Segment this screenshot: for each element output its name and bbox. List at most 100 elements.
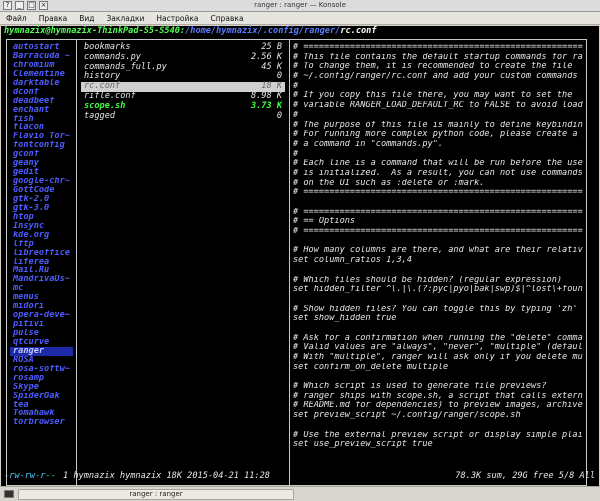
parent-dir-item[interactable]: liferea (10, 258, 73, 267)
preview-line: # (293, 81, 299, 91)
menu-bookmarks[interactable]: Закладки (107, 12, 145, 24)
parent-dir-item[interactable]: google-chr~ (10, 177, 73, 186)
parent-dir-item[interactable]: fish (10, 115, 73, 124)
parent-dir-item[interactable]: fontconfig (10, 141, 73, 150)
current-directory-column[interactable]: bookmarks 25 Bcommands.py 2.56 Kcommands_f… (81, 42, 285, 122)
file-list-item[interactable]: tagged 0 (81, 110, 285, 122)
preview-line: # ~/.config/ranger/rc.conf and add your … (293, 72, 583, 82)
preview-line: # For running more complex python code, … (293, 130, 583, 140)
parent-dir-item[interactable]: Clementine (10, 70, 73, 79)
preview-line: # ======================================… (293, 43, 583, 52)
preview-line: # (293, 149, 299, 159)
parent-dir-item[interactable]: gedit (10, 168, 73, 177)
parent-directory-column[interactable]: autostart Barracuda ~ chromium Clementine da… (10, 43, 73, 427)
column-divider (289, 39, 290, 486)
preview-line: # README.md for dependencies) to preview… (293, 401, 583, 411)
preview-line: # Which files should be hidden? (regular… (293, 275, 563, 285)
preview-line: # Ask for a confirmation when running th… (293, 333, 583, 343)
preview-line: # on the UI such as :delete or :mark. (293, 178, 485, 188)
parent-dir-item[interactable]: tea (10, 401, 73, 410)
parent-dir-item[interactable]: Insync (10, 222, 73, 231)
parent-dir-item[interactable]: gconf (10, 150, 73, 159)
parent-dir-item[interactable]: pitivi (10, 320, 73, 329)
preview-line: # a command in "commands.py". (293, 139, 444, 149)
preview-line (293, 324, 583, 334)
parent-dir-item[interactable]: Skype (10, 383, 73, 392)
file-preview-column: # ======================================… (293, 43, 583, 450)
parent-dir-item[interactable]: midori (10, 302, 73, 311)
file-name: tagged (84, 110, 116, 121)
parent-dir-item[interactable]: SpiderOak (10, 392, 73, 401)
file-name: history (84, 71, 121, 82)
preview-line: # Valid values are "always", "never", "m… (293, 343, 583, 353)
parent-dir-item[interactable]: geany (10, 159, 73, 168)
preview-line (293, 266, 583, 276)
taskbar: ranger : ranger (0, 486, 600, 501)
parent-dir-item[interactable]: Barracuda ~ (10, 52, 73, 61)
parent-dir-item[interactable]: rosamp (10, 374, 73, 383)
preview-line: set column_ratios 1,3,4 (293, 256, 412, 266)
parent-dir-item[interactable]: GottCode (10, 186, 73, 195)
parent-dir-item[interactable]: torbrowser (10, 418, 73, 427)
preview-line (293, 421, 583, 431)
parent-dir-item[interactable]: Mail.Ru (10, 266, 73, 275)
preview-line: # ======================================… (293, 188, 583, 198)
parent-dir-item[interactable]: libreoffice (10, 249, 73, 258)
preview-line: # == Options (293, 217, 356, 227)
preview-line: set preview_script ~/.config/ranger/scop… (293, 411, 521, 421)
parent-dir-item[interactable]: lftp (10, 240, 73, 249)
parent-dir-item[interactable]: Flavio Tor~ (10, 132, 73, 141)
parent-dir-item[interactable]: flacon (10, 123, 73, 132)
column-divider (76, 39, 77, 486)
parent-dir-item[interactable]: opera-deve~ (10, 311, 73, 320)
parent-dir-item[interactable]: ROSA (10, 356, 73, 365)
path-line: hymnazix@hymnazix-ThinkPad-S5-S540:/home… (4, 26, 377, 37)
preview-line: # (293, 110, 299, 120)
preview-line (293, 198, 583, 208)
parent-dir-item[interactable]: rosa-softw~ (10, 365, 73, 374)
taskbar-task-button[interactable]: ranger : ranger (18, 489, 294, 500)
parent-dir-item[interactable]: chromium (10, 61, 73, 70)
preview-line: # ranger ships with scope.sh, a script t… (293, 391, 583, 401)
parent-dir-item[interactable]: kde.org (10, 231, 73, 240)
parent-dir-item[interactable]: htop (10, 213, 73, 222)
path-file: rc.conf (340, 26, 377, 36)
path-host: hymnazix@hymnazix-ThinkPad-S5-S540: (4, 26, 186, 36)
status-bar: -rw-rw-r-- 1 hymnazix hymnazix 18K 2015-… (1, 471, 599, 482)
file-name: bookmarks (84, 42, 131, 52)
terminal[interactable]: hymnazix@hymnazix-ThinkPad-S5-S540:/home… (1, 26, 599, 486)
preview-line: # Show hidden files? You can toggle this… (293, 304, 578, 314)
status-summary: 78.3K sum, 29G free 5/8 All (455, 471, 595, 481)
parent-dir-item[interactable]: qtcurve (10, 338, 73, 347)
parent-dir-item[interactable]: darktable (10, 79, 73, 88)
menu-edit[interactable]: Правка (39, 12, 68, 24)
parent-dir-item[interactable]: pulse (10, 329, 73, 338)
menu-file[interactable]: Файл (6, 12, 27, 24)
file-name: scope.sh (84, 100, 126, 111)
menu-view[interactable]: Вид (79, 12, 94, 24)
parent-dir-item[interactable]: dconf (10, 88, 73, 97)
parent-dir-item[interactable]: mc (10, 284, 73, 293)
menu-settings[interactable]: Настройка (156, 12, 198, 24)
preview-line: set show_hidden true (293, 314, 397, 324)
parent-dir-item[interactable]: gtk-2.0 (10, 195, 73, 204)
preview-line: # If you copy this file there, you may w… (293, 91, 573, 101)
preview-line: # With "multiple", ranger will ask only … (293, 353, 583, 362)
parent-dir-item[interactable]: MandrivaUs~ (10, 275, 73, 284)
parent-dir-item[interactable]: menus (10, 293, 73, 302)
parent-dir-item[interactable]: Tomahawk (10, 409, 73, 418)
preview-line: set confirm_on_delete multiple (293, 362, 449, 372)
parent-dir-item[interactable]: deadbeef (10, 97, 73, 106)
parent-dir-item[interactable]: autostart (10, 43, 73, 52)
parent-dir-item[interactable]: ranger (10, 346, 73, 356)
menu-help[interactable]: Справка (211, 12, 244, 24)
preview-line: # Which script is used to generate file … (293, 382, 547, 392)
preview-line: set hidden_filter ^\.|\.(?:pyc|pyo|bak|s… (293, 285, 583, 295)
preview-line: # is initialized. As a result, you can n… (293, 168, 583, 178)
terminal-icon[interactable] (4, 490, 14, 498)
preview-line: # Use the external preview script or dis… (293, 430, 583, 440)
preview-line: # variable RANGER_LOAD_DEFAULT_RC to FAL… (293, 101, 583, 111)
parent-dir-item[interactable]: enchant (10, 106, 73, 115)
preview-line: # ======================================… (293, 227, 583, 237)
parent-dir-item[interactable]: gtk-3.0 (10, 204, 73, 213)
